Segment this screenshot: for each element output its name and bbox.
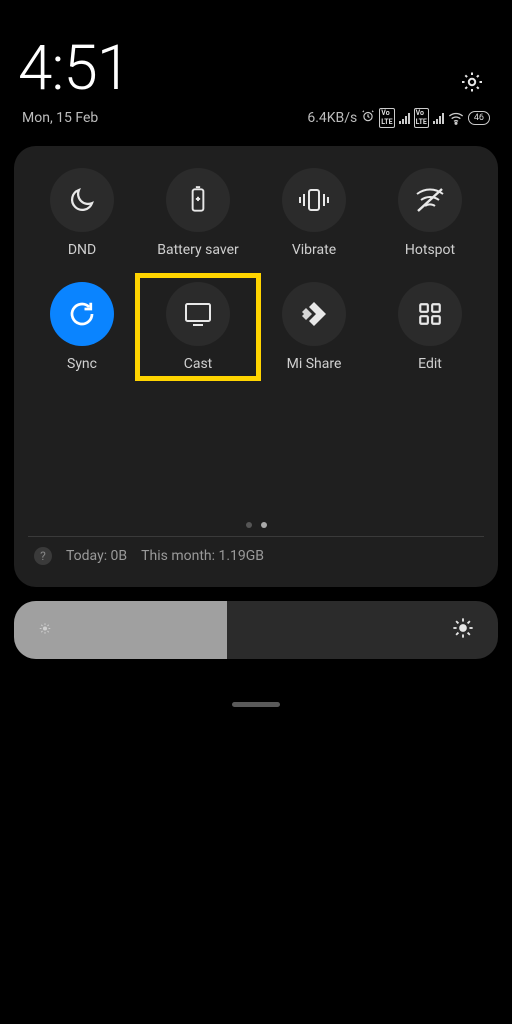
tile-sync[interactable]: Sync — [28, 282, 136, 372]
data-usage-month: This month: 1.19GB — [141, 548, 264, 564]
brightness-high-icon — [452, 617, 474, 643]
tile-label: Vibrate — [292, 242, 336, 258]
battery-indicator: 46 — [468, 111, 490, 125]
quick-settings-panel: DND Battery saver Vibrate Hotspot Sync Cast Mi… — [14, 146, 498, 587]
moon-icon[interactable] — [50, 168, 114, 232]
volte-icon-1: VoLTE — [379, 108, 394, 128]
edit-icon[interactable] — [398, 282, 462, 346]
data-usage-today: Today: 0B — [66, 548, 127, 564]
tile-hotspot[interactable]: Hotspot — [376, 168, 484, 258]
nav-handle[interactable] — [232, 702, 280, 707]
vibrate-icon[interactable] — [282, 168, 346, 232]
wifi-icon — [448, 111, 464, 125]
tile-cast[interactable]: Cast — [135, 273, 261, 381]
tile-edit[interactable]: Edit — [376, 282, 484, 372]
tile-label: Battery saver — [157, 242, 238, 258]
tile-mishare[interactable]: Mi Share — [260, 282, 368, 372]
page-indicator[interactable] — [28, 522, 484, 528]
tile-label: DND — [68, 242, 96, 258]
tile-label: Cast — [184, 356, 213, 372]
date: Mon, 15 Feb — [22, 110, 98, 126]
tile-battery[interactable]: Battery saver — [144, 168, 252, 258]
sync-icon[interactable] — [50, 282, 114, 346]
divider — [28, 536, 484, 537]
data-usage[interactable]: ? Today: 0B This month: 1.19GB — [28, 547, 484, 573]
tile-label: Hotspot — [405, 242, 455, 258]
clock: 4:51 — [18, 38, 130, 100]
volte-icon-2: VoLTE — [414, 108, 429, 128]
tile-dnd[interactable]: DND — [28, 168, 136, 258]
alarm-icon — [361, 109, 375, 127]
mishare-icon[interactable] — [282, 282, 346, 346]
brightness-slider[interactable] — [14, 601, 498, 659]
signal-icon-1 — [399, 112, 410, 124]
brightness-low-icon — [38, 621, 52, 640]
cast-icon[interactable] — [166, 282, 230, 346]
status-bar-icons: 6.4KB/s VoLTE VoLTE 46 — [307, 108, 490, 128]
net-speed: 6.4KB/s — [307, 110, 357, 126]
tile-label: Mi Share — [287, 356, 342, 372]
tile-label: Edit — [418, 356, 442, 372]
signal-icon-2 — [433, 112, 444, 124]
battery-icon[interactable] — [166, 168, 230, 232]
settings-icon[interactable] — [460, 70, 484, 98]
hotspot-icon[interactable] — [398, 168, 462, 232]
tile-vibrate[interactable]: Vibrate — [260, 168, 368, 258]
help-icon: ? — [34, 547, 52, 565]
tile-label: Sync — [67, 356, 97, 372]
